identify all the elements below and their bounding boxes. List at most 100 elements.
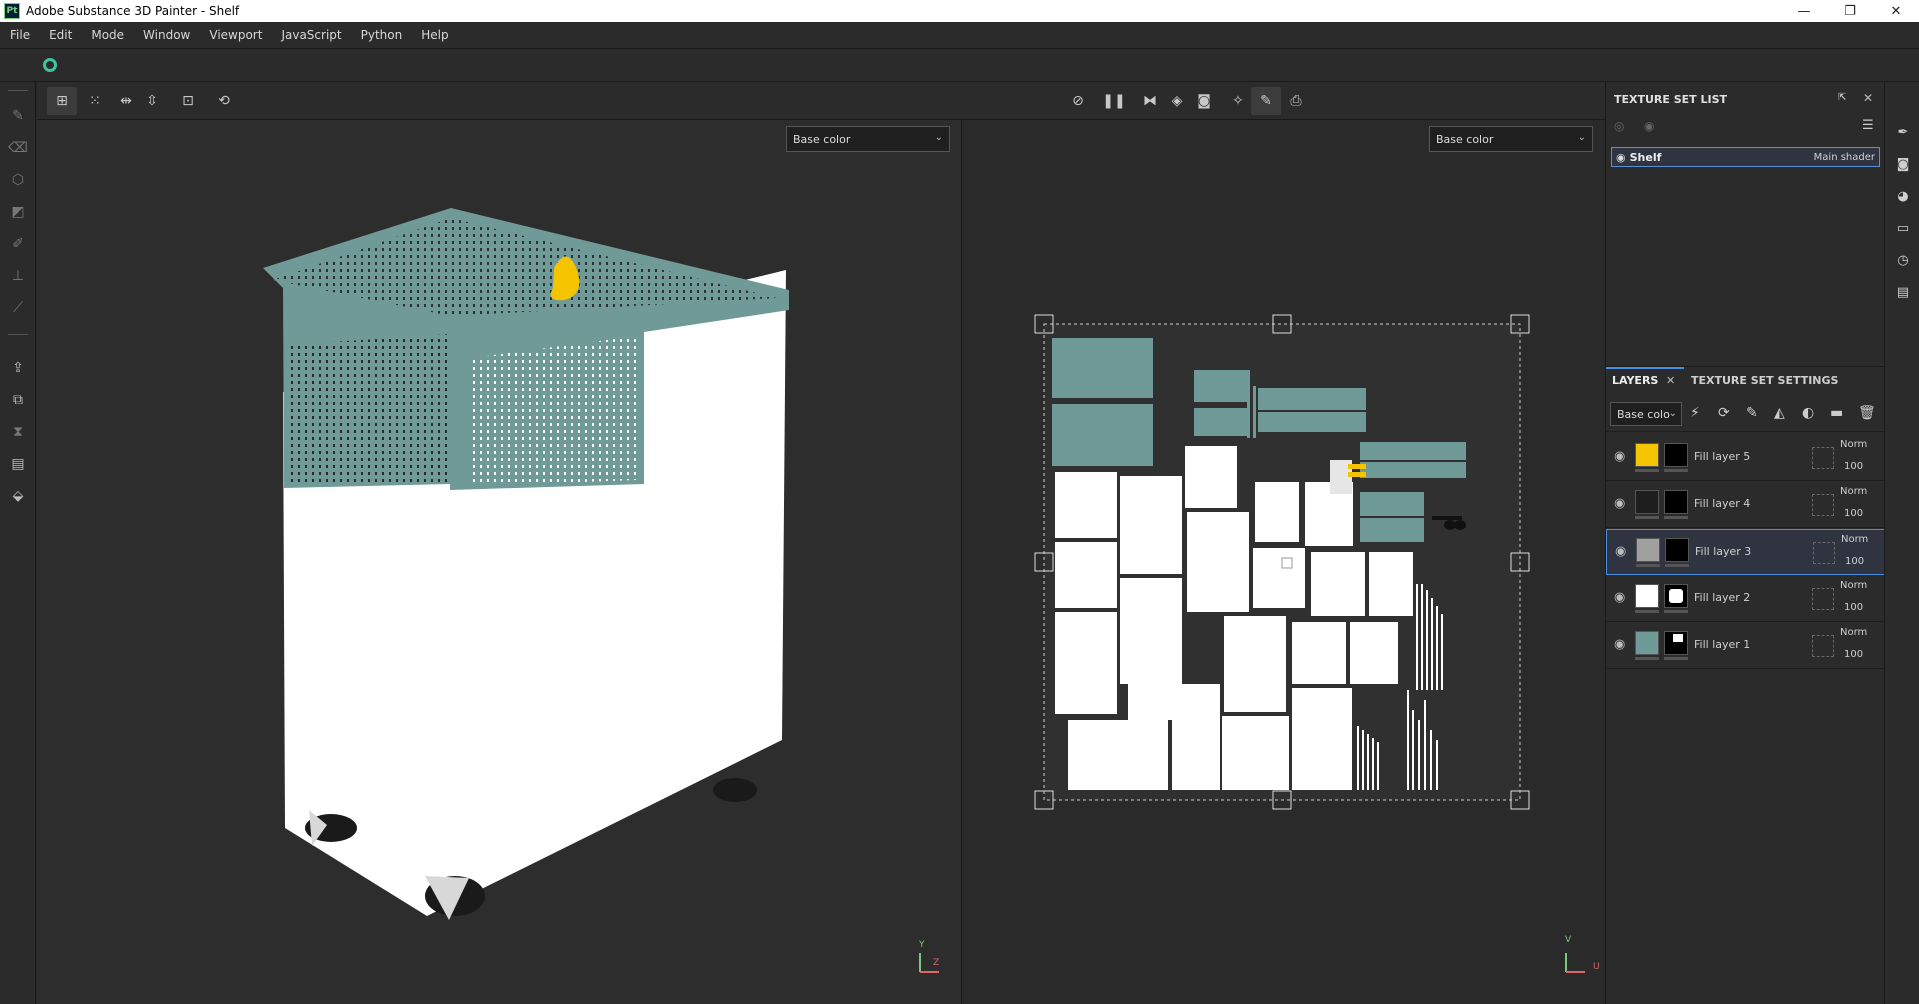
polygon-fill-icon[interactable]: ◩	[8, 202, 28, 222]
visibility-all-icon[interactable]: ◎	[1614, 119, 1624, 133]
layer-mask-thumbnail[interactable]	[1664, 490, 1688, 514]
painting-mode-icon[interactable]: ✎	[1251, 87, 1281, 115]
layer-mask-thumbnail[interactable]	[1665, 538, 1689, 562]
eye-icon[interactable]: ◉	[1614, 496, 1625, 511]
add-folder-icon[interactable]: ▬	[1830, 405, 1843, 421]
history-icon[interactable]: ⟲	[209, 87, 239, 115]
add-fill-layer-icon[interactable]: ◭	[1774, 405, 1785, 421]
viewer-settings-icon[interactable]: ◕	[1893, 186, 1913, 206]
opacity-value[interactable]: 100	[1844, 508, 1863, 519]
add-paint-layer-icon[interactable]: ✎	[1746, 405, 1758, 421]
grid-snap-icon[interactable]: ⊞	[47, 87, 77, 115]
delete-layer-icon[interactable]: 🗑	[1858, 405, 1876, 421]
layer-row[interactable]: ◉ Fill layer 3 Norm 100	[1606, 529, 1885, 575]
layer-color-thumbnail[interactable]	[1635, 584, 1659, 608]
layer-row[interactable]: ◉ Fill layer 5 Norm 100	[1606, 435, 1885, 481]
undock-icon[interactable]: ⇱	[1838, 92, 1846, 103]
display-settings-icon[interactable]: ◙	[1893, 154, 1913, 174]
document-icon[interactable]: ▤	[8, 454, 28, 474]
layer-channel-dropdown[interactable]: Base colo ⌄	[1610, 402, 1682, 426]
settings-menu-icon[interactable]: ☰	[1862, 118, 1874, 133]
tile-grid-icon[interactable]: ⁙	[80, 87, 110, 115]
layers-stack-icon[interactable]: ⬙	[8, 486, 28, 506]
maximize-button[interactable]: ❐	[1827, 0, 1873, 22]
mirror-y-icon[interactable]: ⇳	[137, 87, 167, 115]
menu-python[interactable]: Python	[351, 28, 412, 42]
layer-geometry-mask[interactable]	[1812, 447, 1834, 469]
blend-mode-dropdown[interactable]: Norm	[1840, 627, 1867, 638]
layer-geometry-mask[interactable]	[1812, 494, 1834, 516]
viewport-3d[interactable]: Base color ⌄ Y Z	[37, 120, 961, 1004]
close-button[interactable]: ✕	[1873, 0, 1919, 22]
layer-color-thumbnail[interactable]	[1635, 490, 1659, 514]
hide-uv-icon[interactable]: ⊘	[1063, 87, 1093, 115]
close-panel-icon[interactable]: ✕	[1863, 91, 1873, 105]
brush-settings-icon[interactable]: ✒	[1893, 122, 1913, 142]
layer-geometry-mask[interactable]	[1813, 542, 1835, 564]
eye-toggle-icon[interactable]: ◉	[1644, 119, 1654, 133]
log-icon[interactable]: ▤	[1893, 282, 1913, 302]
sync-status-icon[interactable]	[43, 58, 57, 72]
opacity-value[interactable]: 100	[1844, 602, 1863, 613]
opacity-value[interactable]: 100	[1845, 556, 1864, 567]
history-icon[interactable]: ◷	[1893, 250, 1913, 270]
color-picker-icon[interactable]: ⟋	[8, 298, 28, 318]
menu-file[interactable]: File	[0, 28, 39, 42]
opacity-value[interactable]: 100	[1844, 649, 1863, 660]
menu-window[interactable]: Window	[133, 28, 199, 42]
eraser-icon[interactable]: ⌫	[8, 138, 28, 158]
screenshot-icon[interactable]: ⎙	[1281, 87, 1311, 115]
layer-color-thumbnail[interactable]	[1635, 631, 1659, 655]
layer-row[interactable]: ◉ Fill layer 4 Norm 100	[1606, 482, 1885, 528]
display-mode-icon[interactable]: ◈	[1162, 87, 1192, 115]
bake-icon[interactable]: ⧉	[8, 390, 28, 410]
hourglass-icon[interactable]: ⧗	[8, 422, 28, 442]
texture-set-shader[interactable]: Main shader	[1814, 152, 1875, 163]
layer-color-thumbnail[interactable]	[1635, 443, 1659, 467]
layer-mask-thumbnail[interactable]	[1664, 443, 1688, 467]
minimize-button[interactable]: —	[1781, 0, 1827, 22]
opacity-value[interactable]: 100	[1844, 461, 1863, 472]
layer-geometry-mask[interactable]	[1812, 588, 1834, 610]
eye-icon[interactable]: ◉	[1614, 449, 1625, 464]
clone-stamp-icon[interactable]: ⊥	[8, 266, 28, 286]
menu-mode[interactable]: Mode	[81, 28, 133, 42]
tab-texture-set-settings[interactable]: TEXTURE SET SETTINGS	[1691, 374, 1838, 387]
menu-javascript[interactable]: JavaScript	[271, 28, 350, 42]
eye-icon[interactable]: ◉	[1614, 637, 1625, 652]
assets-icon[interactable]: ▭	[1893, 218, 1913, 238]
iray-render-icon[interactable]: ✧	[1223, 87, 1253, 115]
symmetry-icon[interactable]: ⧓	[1135, 87, 1165, 115]
tab-layers[interactable]: LAYERS	[1612, 374, 1658, 387]
blend-mode-dropdown[interactable]: Norm	[1840, 486, 1867, 497]
layer-row[interactable]: ◉ Fill layer 2 Norm 100	[1606, 576, 1885, 622]
close-tab-icon[interactable]: ✕	[1666, 374, 1675, 387]
eye-icon[interactable]: ◉	[1616, 151, 1626, 164]
layer-color-thumbnail[interactable]	[1636, 538, 1660, 562]
add-effect-icon[interactable]: ⚡	[1690, 405, 1700, 421]
texture-set-row[interactable]: ◉ Shelf Main shader	[1611, 147, 1880, 167]
blend-mode-dropdown[interactable]: Norm	[1840, 439, 1867, 450]
paint-brush-icon[interactable]: ✎	[8, 106, 28, 126]
smudge-icon[interactable]: ✐	[8, 234, 28, 254]
menu-help[interactable]: Help	[411, 28, 457, 42]
layer-mask-thumbnail[interactable]	[1664, 584, 1688, 608]
eye-icon[interactable]: ◉	[1614, 590, 1625, 605]
layer-row[interactable]: ◉ Fill layer 1 Norm 100	[1606, 623, 1885, 669]
axis-v-label: V	[1565, 935, 1572, 945]
layer-geometry-mask[interactable]	[1812, 635, 1834, 657]
add-smart-material-icon[interactable]: ◐	[1802, 405, 1814, 421]
blend-mode-dropdown[interactable]: Norm	[1840, 580, 1867, 591]
camera-icon[interactable]: ◙	[1189, 87, 1219, 115]
pause-icon[interactable]: ❚❚	[1099, 87, 1129, 115]
menu-edit[interactable]: Edit	[39, 28, 81, 42]
eye-icon[interactable]: ◉	[1615, 544, 1626, 559]
blend-mode-dropdown[interactable]: Norm	[1841, 534, 1868, 545]
add-mask-icon[interactable]: ⟳	[1718, 405, 1730, 421]
viewport-2d[interactable]: Base color ⌄ V U	[962, 120, 1605, 1004]
menu-viewport[interactable]: Viewport	[199, 28, 271, 42]
layer-mask-thumbnail[interactable]	[1664, 631, 1688, 655]
frame-icon[interactable]: ⊡	[173, 87, 203, 115]
projection-icon[interactable]: ⬡	[8, 170, 28, 190]
export-icon[interactable]: ⇪	[8, 358, 28, 378]
